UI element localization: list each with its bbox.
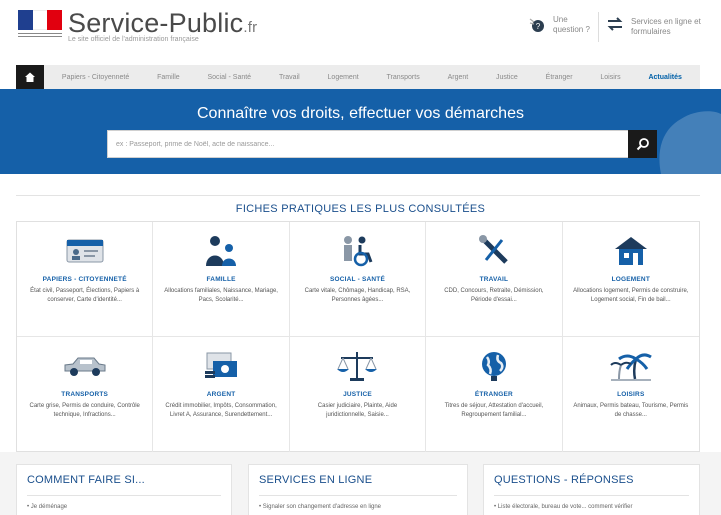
card-social-sante[interactable]: Social - Santé Carte vitale, Chômage, Ha…: [289, 222, 427, 337]
scales-icon: [332, 347, 382, 385]
panel-list-item[interactable]: • Signaler son changement d'adresse en l…: [259, 504, 381, 510]
section-divider: [16, 195, 700, 196]
tools-icon: [469, 232, 519, 270]
card-justice[interactable]: Justice Casier judiciaire, Plainte, Aide…: [290, 337, 427, 452]
exchange-arrows-icon: [605, 14, 625, 39]
home-icon: [25, 72, 35, 82]
money-icon: [196, 347, 246, 385]
card-title: Transports: [61, 391, 109, 398]
main-nav: Papiers - Citoyenneté Famille Social - S…: [16, 65, 700, 89]
search-button[interactable]: [628, 130, 657, 158]
family-icon: [196, 232, 246, 270]
card-famille[interactable]: Famille Allocations familiales, Naissanc…: [153, 222, 290, 337]
card-title: Étranger: [474, 391, 513, 398]
nav-item-famille[interactable]: Famille: [157, 74, 180, 81]
nav-item-argent[interactable]: Argent: [448, 74, 469, 81]
card-description: Allocations logement, Permis de construi…: [573, 288, 689, 303]
card-logement[interactable]: Logement Allocations logement, Permis de…: [562, 222, 699, 337]
nav-item-logement[interactable]: Logement: [328, 74, 359, 81]
card-title: Loisirs: [617, 391, 645, 398]
panel-divider: [494, 495, 689, 496]
card-description: Allocations familiales, Naissance, Maria…: [164, 288, 278, 303]
card-title: Travail: [479, 276, 509, 283]
card-title: Papiers - Citoyenneté: [42, 276, 127, 283]
site-title[interactable]: Service-Public.fr: [68, 8, 257, 39]
card-title: Justice: [343, 391, 372, 398]
card-argent[interactable]: Argent Crédit immobilier, Impôts, Consom…: [153, 337, 290, 452]
palm-tree-icon: [606, 347, 656, 385]
card-travail[interactable]: Travail CDD, Concours, Retraite, Démissi…: [426, 222, 563, 337]
house-icon: [606, 232, 656, 270]
card-description: Casier judiciaire, Plainte, Aide juridic…: [317, 403, 398, 418]
panel-title[interactable]: QUESTIONS - RÉPONSES: [494, 474, 634, 486]
handicap-icon: [332, 232, 382, 270]
nav-item-etranger[interactable]: Étranger: [546, 74, 573, 81]
search-icon: [636, 138, 649, 151]
panel-questions-reponses: QUESTIONS - RÉPONSES • Liste électorale,…: [483, 464, 700, 515]
site-tagline: Le site officiel de l'administration fra…: [68, 36, 199, 43]
republique-francaise-logo[interactable]: [18, 10, 62, 38]
nav-item-social-sante[interactable]: Social - Santé: [208, 74, 252, 81]
car-icon: [60, 347, 110, 385]
svg-text:?: ?: [536, 22, 541, 31]
card-description: État civil, Passeport, Élections, Papier…: [30, 288, 140, 303]
site-header: Service-Public.fr Le site officiel de l'…: [0, 0, 721, 58]
search-input[interactable]: [108, 131, 629, 157]
hero-banner: Connaître vos droits, effectuer vos déma…: [0, 89, 721, 174]
card-title: Social - Santé: [329, 276, 386, 283]
nav-item-loisirs[interactable]: Loisirs: [600, 74, 620, 81]
globe-icon: [469, 347, 519, 385]
hero-title: Connaître vos droits, effectuer vos déma…: [197, 105, 524, 122]
services-forms-link[interactable]: Services en ligne et formulaires: [605, 14, 703, 39]
fiches-grid: Papiers - Citoyenneté État civil, Passep…: [16, 221, 700, 452]
services-forms-label: Services en ligne et formulaires: [631, 16, 701, 36]
card-description: Carte vitale, Chômage, Handicap, RSA, Pe…: [304, 288, 411, 303]
nav-item-travail[interactable]: Travail: [279, 74, 300, 81]
chat-question-icon: ?: [527, 14, 549, 36]
card-loisirs[interactable]: Loisirs Animaux, Permis bateau, Tourisme…: [563, 337, 699, 452]
panel-comment-faire-si: COMMENT FAIRE SI... • Je déménage: [16, 464, 232, 515]
panel-divider: [259, 495, 457, 496]
id-card-icon: [60, 232, 110, 270]
card-description: Titres de séjour, Attestation d'accueil,…: [444, 403, 544, 418]
question-link-label: Une question ?: [553, 15, 590, 34]
search-bar: [107, 130, 657, 158]
panel-title[interactable]: SERVICES EN LIGNE: [259, 474, 372, 486]
nav-item-justice[interactable]: Justice: [496, 74, 518, 81]
card-description: Animaux, Permis bateau, Tourisme, Permis…: [573, 403, 689, 418]
card-description: Carte grise, Permis de conduire, Contrôl…: [29, 403, 140, 418]
header-divider: [598, 12, 599, 42]
panel-divider: [27, 495, 221, 496]
nav-item-transports[interactable]: Transports: [387, 74, 420, 81]
card-etranger[interactable]: Étranger Titres de séjour, Attestation d…: [426, 337, 563, 452]
home-button[interactable]: [16, 65, 44, 89]
card-papiers-citoyennete[interactable]: Papiers - Citoyenneté État civil, Passep…: [17, 222, 154, 337]
question-link[interactable]: ? Une question ?: [527, 14, 593, 36]
panel-list-item[interactable]: • Je déménage: [27, 504, 67, 510]
nav-item-actualites[interactable]: Actualités: [648, 74, 681, 81]
card-title: Famille: [206, 276, 236, 283]
nav-item-papiers[interactable]: Papiers - Citoyenneté: [62, 74, 129, 81]
fiches-section-title: FICHES PRATIQUES LES PLUS CONSULTÉES: [235, 203, 486, 215]
card-description: Crédit immobilier, Impôts, Consommation,…: [165, 403, 277, 418]
card-title: Logement: [611, 276, 650, 283]
card-transports[interactable]: Transports Carte grise, Permis de condui…: [17, 337, 154, 452]
panel-list-item[interactable]: • Liste électorale, bureau de vote... co…: [494, 504, 633, 510]
nav-items: Papiers - Citoyenneté Famille Social - S…: [44, 65, 700, 89]
card-description: CDD, Concours, Retraite, Démission, Péri…: [444, 288, 544, 303]
panel-services-en-ligne: SERVICES EN LIGNE • Signaler son changem…: [248, 464, 468, 515]
panel-title[interactable]: COMMENT FAIRE SI...: [27, 474, 145, 486]
card-title: Argent: [206, 391, 236, 398]
